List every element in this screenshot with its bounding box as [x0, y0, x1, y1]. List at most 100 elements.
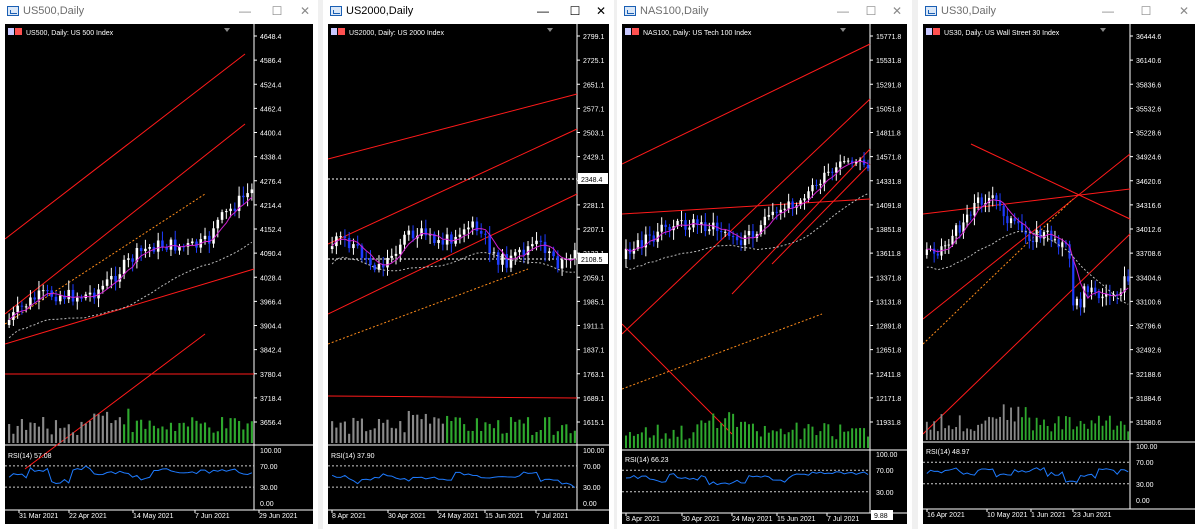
- maximize-button[interactable]: ☐: [269, 3, 285, 19]
- candle: [560, 259, 564, 269]
- volume-bar: [526, 417, 530, 443]
- trendline: [328, 128, 578, 245]
- volume-bar: [1039, 424, 1042, 440]
- window-titlebar[interactable]: US500,Daily — ☐ ✕: [0, 0, 318, 24]
- volume-bar: [973, 430, 976, 440]
- symbol-flag-icon: [632, 28, 639, 35]
- candle: [704, 222, 707, 232]
- volume-bar: [416, 414, 419, 443]
- chart-window-icon: [925, 6, 937, 16]
- volume-bar: [246, 423, 249, 443]
- volume-bar: [71, 432, 75, 443]
- price-label: 2207.1: [583, 227, 605, 234]
- candle: [509, 255, 513, 268]
- rsi-level-label: 100.00: [583, 448, 605, 455]
- candle: [815, 184, 818, 186]
- chart-canvas[interactable]: US30, Daily: US Wall Street 30 Index 3644…: [923, 24, 1195, 524]
- volume-bar: [962, 431, 965, 440]
- candle: [212, 228, 215, 244]
- chart-window-us30[interactable]: US30,Daily — ☐ ✕ US30, Daily: US Wall St…: [918, 0, 1200, 529]
- date-label: 8 Apr 2021: [626, 516, 660, 523]
- price-label: 11931.8: [876, 420, 901, 427]
- minimize-button[interactable]: —: [237, 3, 253, 19]
- chart-window-us500[interactable]: US500,Daily — ☐ ✕ US500, Daily: US 500 I…: [0, 0, 318, 529]
- candle: [535, 240, 538, 245]
- window-titlebar[interactable]: US2000,Daily — ☐ ✕: [323, 0, 614, 24]
- price-label: 35532.6: [1136, 106, 1161, 113]
- chart-canvas[interactable]: NAS100, Daily: US Tech 100 Index 15771.8 1…: [622, 24, 907, 524]
- volume-bar: [195, 420, 198, 443]
- volume-bar: [8, 424, 11, 443]
- candle: [330, 246, 334, 249]
- volume-bar: [394, 428, 398, 443]
- volume-bar: [1116, 425, 1119, 440]
- maximize-button[interactable]: ☐: [863, 3, 879, 19]
- volume-bar: [1065, 416, 1067, 440]
- price-label: 3842.4: [260, 348, 282, 355]
- candle: [1006, 216, 1009, 224]
- close-button[interactable]: ✕: [297, 3, 313, 19]
- volume-bar: [216, 431, 219, 443]
- candle: [1101, 296, 1104, 299]
- price-label: 13131.8: [876, 299, 901, 306]
- candle: [1028, 234, 1031, 241]
- window-title: US2000,Daily: [346, 5, 414, 17]
- chart-window-us2000[interactable]: US2000,Daily — ☐ ✕ US2000, Daily: US 200…: [323, 0, 614, 529]
- candle: [811, 184, 814, 192]
- volume-bar: [656, 424, 659, 448]
- volume-bar: [1032, 430, 1034, 440]
- chart-area[interactable]: US500, Daily: US 500 Index 4648.4 4586.4 45…: [5, 24, 313, 524]
- window-titlebar[interactable]: US30,Daily — ☐ ✕: [918, 0, 1200, 24]
- rsi-label: RSI(14) 57.08: [8, 453, 52, 460]
- volume-bar: [995, 418, 998, 440]
- price-label: 33708.6: [1136, 251, 1161, 258]
- volume-bar: [1024, 407, 1027, 440]
- volume-bar: [140, 419, 143, 443]
- close-button[interactable]: ✕: [889, 3, 905, 19]
- candle: [775, 211, 778, 213]
- volume-bar: [859, 427, 862, 448]
- volume-bar: [696, 424, 699, 448]
- close-button[interactable]: ✕: [1176, 3, 1192, 19]
- minimize-button[interactable]: —: [1100, 3, 1116, 19]
- candle: [394, 253, 398, 256]
- volume-bar: [925, 421, 928, 440]
- volume-bar: [958, 415, 961, 440]
- volume-bar: [851, 428, 854, 448]
- chart-canvas[interactable]: US2000, Daily: US 2000 Index 2799.1 2725.1…: [328, 24, 609, 524]
- volume-bar: [684, 439, 687, 448]
- candle: [556, 256, 560, 269]
- maximize-button[interactable]: ☐: [1138, 3, 1154, 19]
- candle: [866, 164, 870, 169]
- volume-bar: [791, 429, 794, 448]
- candle: [356, 244, 359, 246]
- chart-area[interactable]: US2000, Daily: US 2000 Index 2799.1 2725.1…: [328, 24, 609, 524]
- candle: [1024, 230, 1027, 235]
- minimize-button[interactable]: —: [835, 3, 851, 19]
- volume-bar: [779, 428, 782, 448]
- maximize-button[interactable]: ☐: [567, 3, 583, 19]
- volume-bar: [672, 429, 675, 448]
- chart-area[interactable]: NAS100, Daily: US Tech 100 Index 15771.8 1…: [622, 24, 907, 524]
- volume-bar: [339, 422, 342, 443]
- volume-bar: [157, 428, 160, 443]
- chart-canvas[interactable]: US500, Daily: US 500 Index 4648.4 4586.4 45…: [5, 24, 313, 524]
- date-label: 1 Jun 2021: [1031, 512, 1066, 519]
- chart-window-nas100[interactable]: NAS100,Daily — ☐ ✕ NAS100, Daily: US Tec…: [617, 0, 912, 529]
- window-titlebar[interactable]: NAS100,Daily — ☐ ✕: [617, 0, 912, 24]
- volume-bar: [360, 418, 364, 443]
- candle: [1057, 239, 1060, 248]
- volume-bar: [97, 414, 100, 443]
- price-label: 1985.1: [583, 299, 605, 306]
- volume-bar: [969, 429, 972, 440]
- close-button[interactable]: ✕: [593, 3, 609, 19]
- chart-area[interactable]: US30, Daily: US Wall Street 30 Index 3644…: [923, 24, 1195, 524]
- volume-bar: [1086, 428, 1089, 440]
- volume-bar: [1017, 406, 1020, 440]
- candle: [569, 258, 572, 260]
- date-label: 31 Mar 2021: [19, 513, 58, 520]
- volume-bar: [20, 418, 23, 443]
- volume-bar: [182, 422, 185, 443]
- minimize-button[interactable]: —: [535, 3, 551, 19]
- candle: [1050, 230, 1053, 241]
